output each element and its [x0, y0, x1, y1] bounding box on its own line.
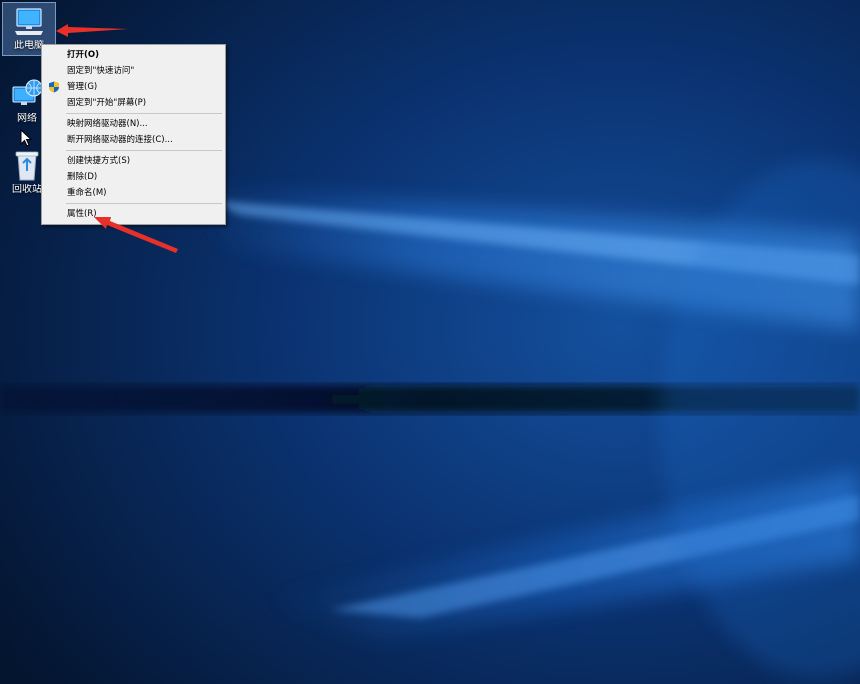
menu-item-properties[interactable]: 属性(R) [42, 206, 225, 222]
mouse-pointer-icon [20, 129, 32, 147]
menu-separator [66, 113, 222, 114]
context-menu: 打开(O) 固定到"快速访问" 管理(G) 固定到"开始"屏幕(P) 映射网络驱… [41, 44, 226, 225]
menu-item-pin-start[interactable]: 固定到"开始"屏幕(P) [42, 95, 225, 111]
menu-item-manage[interactable]: 管理(G) [42, 79, 225, 95]
menu-item-disconnect-network-drive[interactable]: 断开网络驱动器的连接(C)... [42, 132, 225, 148]
menu-item-rename[interactable]: 重命名(M) [42, 185, 225, 201]
menu-separator [66, 203, 222, 204]
menu-item-create-shortcut[interactable]: 创建快捷方式(S) [42, 153, 225, 169]
menu-separator [66, 150, 222, 151]
menu-item-map-network-drive[interactable]: 映射网络驱动器(N)... [42, 116, 225, 132]
desktop[interactable]: 此电脑 网络 回收站 打开(O) 固定到"快速访问" 管理(G) 固定到"开始"… [0, 0, 860, 684]
computer-icon [15, 8, 43, 35]
uac-shield-icon [49, 81, 59, 93]
menu-item-pin-quick-access[interactable]: 固定到"快速访问" [42, 63, 225, 79]
menu-item-manage-label: 管理(G) [67, 82, 98, 92]
recycle-bin-icon [15, 151, 39, 181]
menu-item-delete[interactable]: 删除(D) [42, 169, 225, 185]
network-globe-icon [12, 79, 43, 105]
menu-item-open[interactable]: 打开(O) [42, 47, 225, 63]
